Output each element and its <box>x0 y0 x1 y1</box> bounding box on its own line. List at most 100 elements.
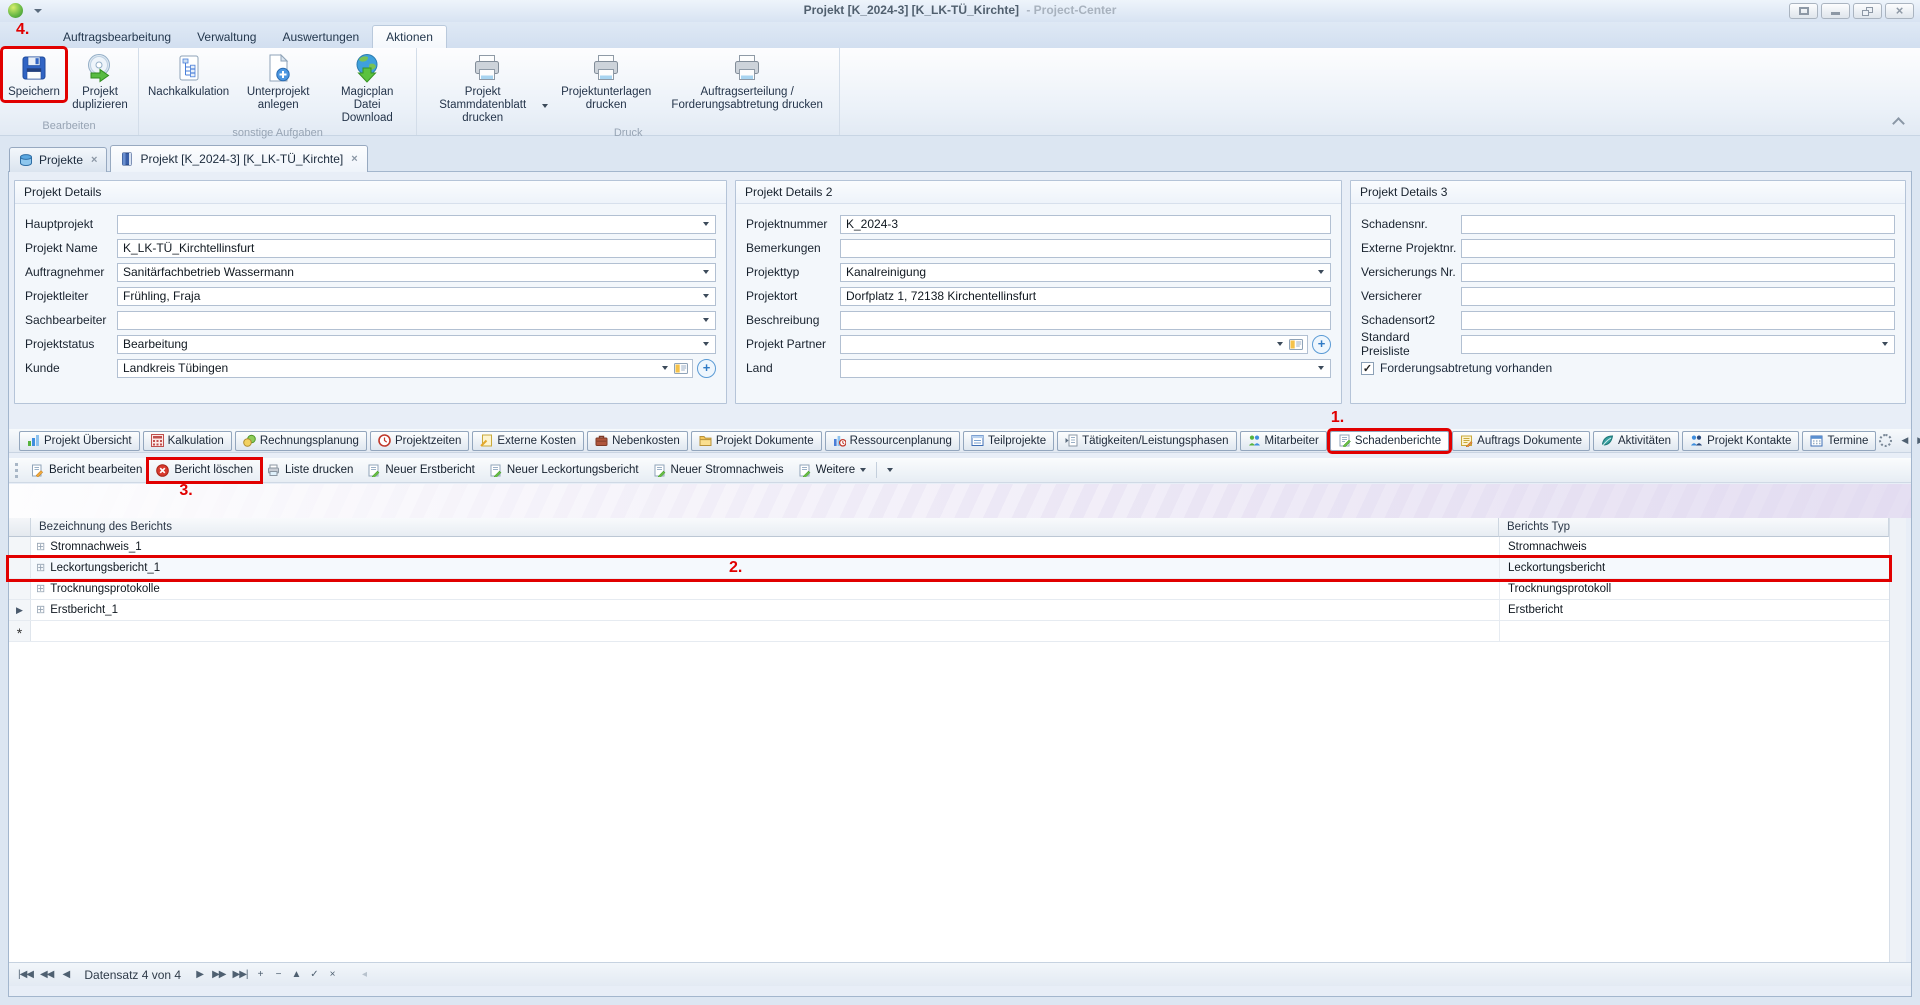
expand-row-icon[interactable]: ⊞ <box>36 584 45 595</box>
projekttyp-combo[interactable]: Kanalreinigung <box>840 263 1331 282</box>
auftragnehmer-combo[interactable]: Sanitärfachbetrieb Wassermann <box>117 263 716 282</box>
schadensnr-field[interactable] <box>1461 215 1895 234</box>
add-kunde-button[interactable]: + <box>697 359 716 378</box>
column-header-berichts-typ[interactable]: Berichts Typ <box>1499 518 1889 537</box>
scroll-tabs-left-icon[interactable]: ◀ <box>1901 435 1908 446</box>
new-stromnachweis-button[interactable]: Neuer Stromnachweis <box>646 460 791 481</box>
edit-report-button[interactable]: Bericht bearbeiten <box>24 460 149 481</box>
tab-schadenberichte[interactable]: 1. Schadenberichte <box>1330 431 1449 451</box>
tab-teilprojekte[interactable]: Teilprojekte <box>963 431 1054 451</box>
tab-auftrags-dokumente[interactable]: Auftrags Dokumente <box>1452 431 1590 451</box>
post-edit-button[interactable]: ✓ <box>305 966 322 984</box>
delete-report-button[interactable]: 3. Bericht löschen <box>149 460 260 481</box>
next-record-button[interactable]: ▶ <box>191 966 208 984</box>
hscroll-left-icon[interactable]: ◂ <box>355 966 372 984</box>
dropdown-arrow-icon[interactable] <box>1273 336 1287 353</box>
new-erstbericht-button[interactable]: Neuer Erstbericht <box>360 460 481 481</box>
schadensort2-field[interactable] <box>1461 311 1895 330</box>
weitere-button[interactable]: Weitere <box>791 460 873 481</box>
restore-button[interactable] <box>1853 3 1882 19</box>
contact-card-icon[interactable] <box>1289 339 1303 350</box>
add-partner-button[interactable]: + <box>1312 335 1331 354</box>
projektstatus-combo[interactable]: Bearbeitung <box>117 335 716 354</box>
first-record-button[interactable]: |◀◀ <box>15 966 36 984</box>
tab-nebenkosten[interactable]: Nebenkosten <box>587 431 688 451</box>
projektnummer-field[interactable]: K_2024-3 <box>840 215 1331 234</box>
projektort-field[interactable]: Dorfplatz 1, 72138 Kirchentellinsfurt <box>840 287 1331 306</box>
table-row[interactable]: ⊞Stromnachweis_1 Stromnachweis <box>9 537 1889 558</box>
fullscreen-button[interactable] <box>1789 3 1818 19</box>
last-record-button[interactable]: ▶▶| <box>230 966 251 984</box>
magicplan-download-button[interactable]: Magicplan Datei Download <box>321 49 413 126</box>
tab-projekt-kontakte[interactable]: Projekt Kontakte <box>1682 431 1799 451</box>
new-leckortungsbericht-button[interactable]: Neuer Leckortungsbericht <box>482 460 646 481</box>
edit-record-button[interactable]: ▲ <box>287 966 304 984</box>
quick-access-dropdown-icon[interactable] <box>34 9 42 13</box>
bemerkungen-field[interactable] <box>840 239 1331 258</box>
dropdown-arrow-icon[interactable] <box>658 360 672 377</box>
next-page-button[interactable]: ▶▶ <box>209 966 228 984</box>
doc-tab-projekte[interactable]: Projekte × <box>9 147 107 172</box>
append-record-button[interactable]: + <box>251 966 268 984</box>
expand-row-icon[interactable]: ⊞ <box>36 542 45 553</box>
minimize-button[interactable] <box>1821 3 1850 19</box>
dropdown-arrow-icon[interactable] <box>699 312 713 329</box>
cancel-edit-button[interactable]: × <box>323 966 340 984</box>
ribbon-tab-aktionen[interactable]: Aktionen <box>372 25 447 48</box>
versicherungs-nr-field[interactable] <box>1461 263 1895 282</box>
tab-projekt-dokumente[interactable]: Projekt Dokumente <box>691 431 822 451</box>
tab-termine[interactable]: Termine <box>1802 431 1876 451</box>
tab-ressourcenplanung[interactable]: Ressourcenplanung <box>825 431 960 451</box>
doc-tab-projekt-detail[interactable]: Projekt [K_2024-3] [K_LK-TÜ_Kirchte] × <box>110 145 367 172</box>
print-auftragserteilung-button[interactable]: Auftragserteilung / Forderungsabtretung … <box>658 49 836 113</box>
land-combo[interactable] <box>840 359 1331 378</box>
print-projektunterlagen-button[interactable]: Projektunterlagen drucken <box>554 49 658 113</box>
contact-card-icon[interactable] <box>674 363 688 374</box>
dropdown-arrow-icon[interactable] <box>1314 360 1328 377</box>
dropdown-arrow-icon[interactable] <box>1878 336 1892 353</box>
tab-taetigkeiten-leistungsphasen[interactable]: Tätigkeiten/Leistungsphasen <box>1057 431 1236 451</box>
duplicate-project-button[interactable]: Projekt duplizieren <box>65 49 135 113</box>
beschreibung-field[interactable] <box>840 311 1331 330</box>
subproject-create-button[interactable]: Unterprojekt anlegen <box>235 49 321 113</box>
tab-mitarbeiter[interactable]: Mitarbeiter <box>1240 431 1327 451</box>
prev-record-button[interactable]: ◀ <box>57 966 74 984</box>
close-tab-icon[interactable]: × <box>351 153 357 165</box>
nachkalkulation-button[interactable]: Nachkalkulation <box>142 49 235 100</box>
forderungsabtretung-checkbox[interactable]: ✓ <box>1361 362 1374 375</box>
print-stammdatenblatt-button[interactable]: Projekt Stammdatenblatt drucken <box>420 49 554 126</box>
table-row[interactable]: ⊞Trocknungsprotokolle Trocknungsprotokol… <box>9 579 1889 600</box>
save-button[interactable]: 4. Speichern <box>3 49 65 100</box>
versicherer-field[interactable] <box>1461 287 1895 306</box>
ribbon-tab-verwaltung[interactable]: Verwaltung <box>184 26 269 48</box>
kunde-combo[interactable]: Landkreis Tübingen <box>117 359 693 378</box>
standard-preisliste-combo[interactable] <box>1461 335 1895 354</box>
gear-icon[interactable] <box>1879 434 1892 447</box>
delete-record-button[interactable]: − <box>269 966 286 984</box>
grid-empty-area[interactable] <box>9 642 1889 962</box>
prev-page-button[interactable]: ◀◀ <box>37 966 56 984</box>
sachbearbeiter-combo[interactable] <box>117 311 716 330</box>
ribbon-tab-auftragsbearbeitung[interactable]: Auftragsbearbeitung <box>50 26 184 48</box>
expand-row-icon[interactable]: ⊞ <box>36 605 45 616</box>
tab-aktiv[interactable]: Aktivitäten <box>1593 431 1679 451</box>
tab-kalkulation[interactable]: Kalkulation <box>143 431 232 451</box>
expand-row-icon[interactable]: ⊞ <box>36 563 45 574</box>
vertical-scrollbar[interactable] <box>1889 518 1906 962</box>
table-row-highlighted[interactable]: 2. ⊞Leckortungsbericht_1 Leckortungsberi… <box>9 558 1889 579</box>
externe-projektnr-field[interactable] <box>1461 239 1895 258</box>
close-tab-icon[interactable]: × <box>91 154 97 166</box>
tab-projekt-uebersicht[interactable]: Projekt Übersicht <box>19 431 140 451</box>
projekt-partner-combo[interactable] <box>840 335 1308 354</box>
hauptprojekt-combo[interactable] <box>117 215 716 234</box>
table-row-current[interactable]: ▶ ⊞Erstbericht_1 Erstbericht <box>9 600 1889 621</box>
dropdown-arrow-icon[interactable] <box>699 336 713 353</box>
dropdown-arrow-icon[interactable] <box>699 264 713 281</box>
projekt-name-field[interactable]: K_LK-TÜ_Kirchtellinsfurt <box>117 239 716 258</box>
dropdown-arrow-icon[interactable] <box>1314 264 1328 281</box>
print-list-button[interactable]: Liste drucken <box>260 460 360 481</box>
tab-rechnungsplanung[interactable]: Rechnungsplanung <box>235 431 367 451</box>
tab-projektzeiten[interactable]: Projektzeiten <box>370 431 469 451</box>
column-header-bezeichnung[interactable]: Bezeichnung des Berichts <box>31 518 1499 537</box>
tab-externe-kosten[interactable]: Externe Kosten <box>472 431 584 451</box>
